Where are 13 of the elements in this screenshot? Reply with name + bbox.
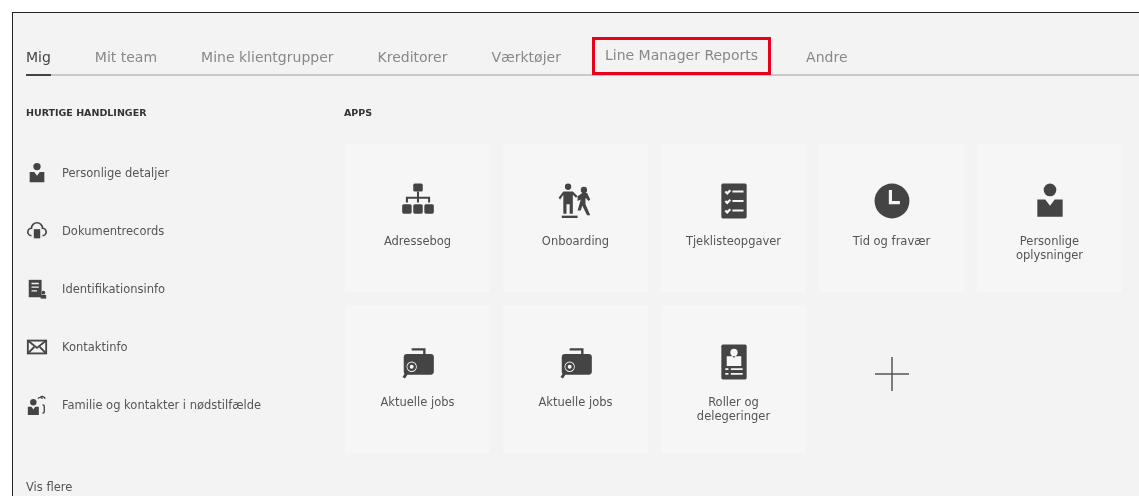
document-person-icon: [26, 278, 48, 300]
plus-icon[interactable]: [874, 357, 909, 391]
section-heading: HURTIGE HANDLINGER: [26, 107, 148, 120]
quick-action-link[interactable]: Familie og kontakter i nødstilfælde: [62, 398, 262, 412]
show-more-link[interactable]: Vis flere: [26, 480, 344, 494]
clock-icon: [872, 182, 911, 220]
quick-action-link[interactable]: Kontaktinfo: [62, 340, 128, 354]
section-heading: APPS: [344, 107, 374, 120]
tab[interactable]: Mig: [26, 49, 51, 76]
quick-action-link[interactable]: Dokumentrecords: [62, 224, 165, 238]
quick-action-link[interactable]: Identifikationsinfo: [62, 282, 166, 296]
people-icon: [26, 394, 48, 416]
quick-action-link[interactable]: Personlige detaljer: [62, 166, 170, 180]
